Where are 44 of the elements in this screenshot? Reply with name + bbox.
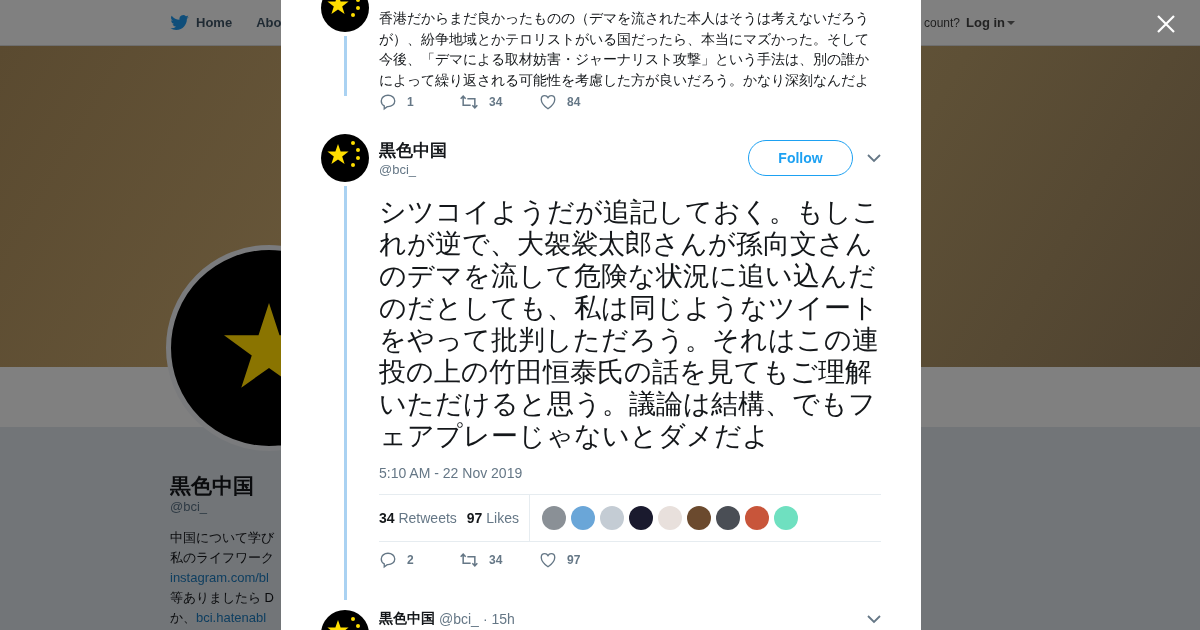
bio-text: 私のライフワーク [170,550,274,565]
profile-name: 黒色中国 [170,473,254,499]
close-icon[interactable] [1157,15,1175,33]
profile-handle: @bci_ [170,499,208,514]
nav-link[interactable]: Abo [256,15,282,30]
stat-link[interactable]: 97 Likes [466,510,519,526]
reply-icon[interactable] [379,93,397,111]
chevron-down-icon[interactable] [867,153,881,163]
tweet-text: シツコイようだが追記しておく。もしこれが逆で、大袈裟太郎さんが孫向文さんのデマを流して危険な状況に追い込んだのだとしても、私は同じようなツイートをやって批判しただろう。それはこの連投の上の竹田恒泰氏の話を見てもご理解いただけると思う。議論は結構、でもフェアプレーじゃないとダメだよ [379,196,881,452]
user-handle: @bci_ [379,162,418,177]
bio-text: 等ありましたら D [170,590,274,605]
nav-link[interactable]: Home [170,14,233,31]
tweet-text: 香港だからまだ良かったものの（デマを流された本人はそうは考えないだろうが）、紛争地域とかテロリストがいる国だったら、本当にマズかった。そして今後、「デマによる取材妨害・ジャーナリスト攻撃」という手法は、別の誰かによって繰り返される可能性を考慮した方が良いだろう。かなり深刻なんだよ [379,9,870,90]
user-name: 黒色中国 [379,140,448,162]
user-avatar [321,134,369,182]
bio-link[interactable]: bci.hatenabl [196,610,267,625]
liker-avatar[interactable] [716,506,740,530]
user-name: 黒色中国 [379,610,435,628]
bio-text: 中国について学び [170,530,274,545]
stat-link[interactable]: 34 Retweets [379,510,457,526]
user-handle: @bci_ [439,611,479,627]
thread-line [343,36,347,96]
like-count: 84 [567,95,581,109]
tweet-timestamp: 5:10 AM - 22 Nov 2019 [379,465,524,481]
heart-icon[interactable] [539,93,557,111]
caret-icon [1007,20,1015,25]
bio-text: か、 [170,610,196,625]
retweet-count: 34 [489,95,503,109]
reply-count: 1 [407,95,414,109]
like-count: 97 [567,553,581,567]
account-prompt: count? [923,15,960,30]
bio-link[interactable]: instagram.com/bl [170,570,269,585]
reply-icon[interactable] [379,551,397,569]
heart-icon[interactable] [539,551,557,569]
follow-button[interactable]: Follow [748,140,853,176]
retweet-icon[interactable] [459,551,479,569]
retweet-icon[interactable] [459,93,479,111]
retweet-count: 34 [489,553,503,567]
chevron-down-icon[interactable] [867,614,881,624]
reply-count: 2 [407,553,414,567]
liker-avatar[interactable] [687,506,711,530]
tweet-time: · 15h [482,611,515,627]
login-link[interactable]: Log in [966,15,1015,30]
liker-avatar[interactable] [629,506,653,530]
